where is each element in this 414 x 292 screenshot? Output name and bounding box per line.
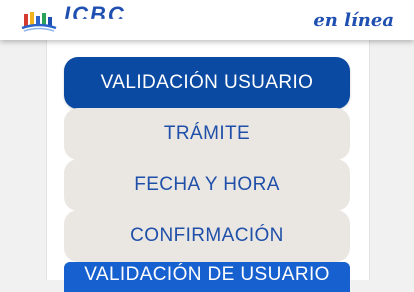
step-fecha-y-hora[interactable]: FECHA Y HORA — [64, 159, 350, 211]
step-tramite[interactable]: TRÁMITE — [64, 108, 350, 160]
brand-tagline: en línea — [313, 10, 394, 31]
step-label: VALIDACIÓN USUARIO — [100, 72, 314, 93]
section-header: VALIDACIÓN DE USUARIO — [64, 262, 350, 292]
logo-icon — [21, 12, 57, 32]
step-validacion-usuario[interactable]: VALIDACIÓN USUARIO — [64, 57, 350, 109]
step-label: FECHA Y HORA — [134, 174, 280, 195]
step-label: CONFIRMACIÓN — [130, 225, 284, 246]
brand-logo-text: ICBC — [64, 2, 126, 27]
app-header: ICBC en línea — [0, 0, 414, 40]
step-confirmacion[interactable]: CONFIRMACIÓN — [64, 210, 350, 262]
section-title: VALIDACIÓN DE USUARIO — [84, 264, 330, 285]
step-label: TRÁMITE — [163, 123, 251, 144]
